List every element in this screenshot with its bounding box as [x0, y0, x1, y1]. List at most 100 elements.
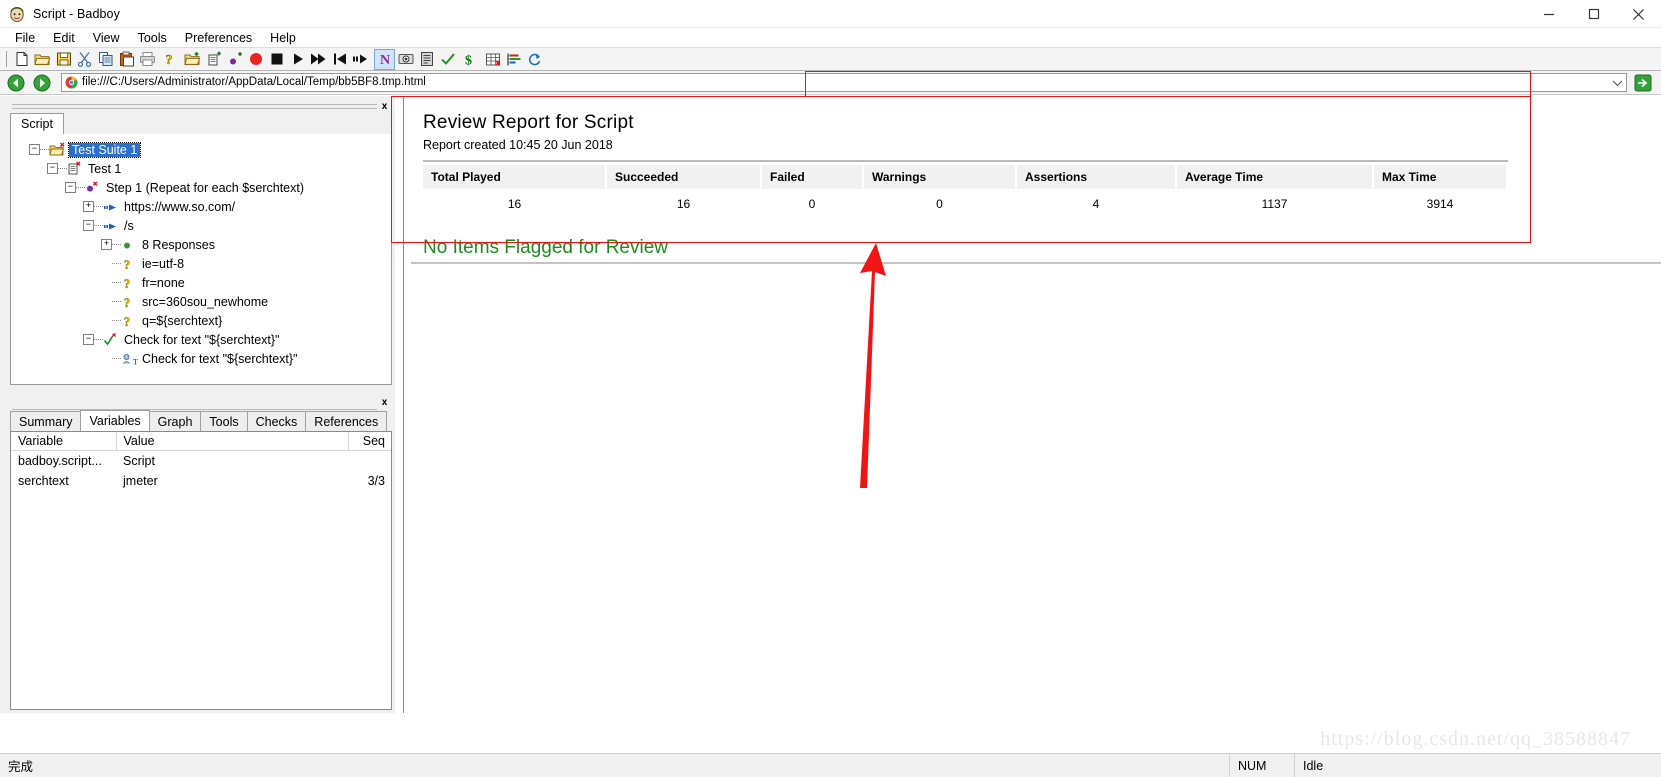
tree-item-param-q[interactable]: ? q=${serchtext}: [11, 311, 391, 330]
menu-preferences[interactable]: Preferences: [176, 29, 261, 47]
tree-connector: [94, 225, 103, 226]
cell-variable: serchtext: [18, 473, 69, 488]
cut-scissors-icon[interactable]: [74, 49, 95, 70]
column-header-value[interactable]: Value: [115, 432, 348, 451]
new-test-icon[interactable]: [203, 49, 224, 70]
menu-tools[interactable]: Tools: [129, 29, 176, 47]
tree-item-label: q=${serchtext}: [142, 313, 223, 328]
expander-collapse-icon[interactable]: −: [83, 334, 94, 345]
table-row[interactable]: badboy.script... Script: [11, 451, 391, 471]
tab-script[interactable]: Script: [10, 113, 64, 134]
paste-icon[interactable]: [116, 49, 137, 70]
tree-item-check-for-text-child[interactable]: T Check for text "${serchtext}": [11, 349, 391, 368]
play-from-start-icon[interactable]: [329, 49, 350, 70]
back-arrow-icon[interactable]: [6, 73, 26, 93]
expander-collapse-icon[interactable]: −: [83, 220, 94, 231]
svg-text:?: ?: [165, 53, 172, 67]
annotation-arrow: [860, 243, 886, 488]
tree-item-navigate-home[interactable]: + https://www.so.com/: [11, 197, 391, 216]
report-icon[interactable]: [416, 49, 437, 70]
tree-item-label: Check for text "${serchtext}": [124, 332, 280, 347]
tree-item-label: Check for text "${serchtext}": [142, 351, 298, 366]
menu-file[interactable]: File: [6, 29, 44, 47]
step-icon[interactable]: [350, 49, 371, 70]
status-num-indicator: NUM: [1230, 753, 1295, 777]
variable-dollar-icon[interactable]: $: [458, 49, 479, 70]
bottom-panel: Summary Variables Graph Tools Checks Ref…: [10, 398, 392, 710]
new-step-icon[interactable]: [224, 49, 245, 70]
print-icon[interactable]: [137, 49, 158, 70]
chart-bars-icon[interactable]: [503, 49, 524, 70]
tree-item-param-fr[interactable]: ? fr=none: [11, 273, 391, 292]
navigate-arrow-icon: [103, 199, 120, 215]
table-grid-icon[interactable]: [482, 49, 503, 70]
watermark-text: https://blog.csdn.net/qq_38588847: [1320, 728, 1631, 750]
maximize-button[interactable]: [1571, 0, 1616, 28]
record-icon[interactable]: [245, 49, 266, 70]
value-warnings: 0: [936, 197, 943, 211]
refresh-icon[interactable]: [524, 49, 545, 70]
address-bar: file:///C:/Users/Administrator/AppData/L…: [0, 71, 1661, 95]
tab-references[interactable]: References: [305, 411, 388, 431]
tree-item-step[interactable]: − Step 1 (Repeat for each $serchtext): [11, 178, 391, 197]
go-arrow-icon[interactable]: [1633, 73, 1653, 93]
status-message: 完成: [0, 753, 1230, 777]
tree-panel-close-button[interactable]: x: [378, 100, 391, 112]
url-input[interactable]: file:///C:/Users/Administrator/AppData/L…: [82, 74, 1609, 91]
forward-arrow-icon[interactable]: [32, 73, 52, 93]
expander-collapse-icon[interactable]: −: [65, 182, 76, 193]
copy-icon[interactable]: [95, 49, 116, 70]
new-suite-folder-icon[interactable]: [182, 49, 203, 70]
expander-expand-icon[interactable]: +: [101, 239, 112, 250]
svg-text:?: ?: [124, 276, 131, 291]
help-question-icon[interactable]: ?: [158, 49, 179, 70]
tree-item-param-src[interactable]: ? src=360sou_newhome: [11, 292, 391, 311]
play-fast-icon[interactable]: [308, 49, 329, 70]
report-bottom-rule: [411, 262, 1661, 264]
save-icon[interactable]: [53, 49, 74, 70]
expander-collapse-icon[interactable]: −: [47, 163, 58, 174]
report-summary-table: Total Played Succeeded Failed Warnings A…: [423, 165, 1508, 217]
minimize-button[interactable]: [1526, 0, 1571, 28]
report-title: Review Report for Script: [423, 112, 634, 133]
toolbar-grip[interactable]: [3, 51, 7, 67]
param-key-icon: ?: [121, 294, 138, 309]
menu-view[interactable]: View: [84, 29, 129, 47]
tab-graph[interactable]: Graph: [148, 411, 202, 431]
menu-help[interactable]: Help: [261, 29, 305, 47]
tree-tab-strip: Script: [10, 113, 64, 134]
column-header-variable[interactable]: Variable: [11, 432, 116, 451]
tree-item-check-for-text[interactable]: − Check for text "${serchtext}": [11, 330, 391, 349]
tree-item-responses[interactable]: + 8 Responses: [11, 235, 391, 254]
expander-expand-icon[interactable]: +: [83, 201, 94, 212]
tree-item-navigate-search[interactable]: − /s: [11, 216, 391, 235]
column-header-seq[interactable]: Seq: [347, 432, 391, 451]
check-icon[interactable]: [437, 49, 458, 70]
new-icon[interactable]: [11, 49, 32, 70]
tree-connector: [112, 282, 121, 283]
tree-item-param-ie[interactable]: ? ie=utf-8: [11, 254, 391, 273]
tab-variables[interactable]: Variables: [80, 410, 150, 431]
jmeter-icon[interactable]: N: [374, 48, 395, 70]
tab-tools[interactable]: Tools: [200, 411, 248, 431]
value-average-time: 1137: [1261, 197, 1288, 211]
table-row[interactable]: serchtext jmeter 3/3: [11, 471, 391, 491]
tab-checks[interactable]: Checks: [246, 411, 307, 431]
chevron-down-icon[interactable]: [1609, 74, 1626, 91]
play-icon[interactable]: [287, 49, 308, 70]
tree-item-test[interactable]: − Test 1: [11, 159, 391, 178]
tab-summary[interactable]: Summary: [10, 411, 82, 431]
stop-icon[interactable]: [266, 49, 287, 70]
menu-edit[interactable]: Edit: [44, 29, 84, 47]
url-combobox[interactable]: file:///C:/Users/Administrator/AppData/L…: [61, 73, 1627, 92]
open-folder-icon[interactable]: [32, 49, 53, 70]
close-button[interactable]: [1616, 0, 1661, 28]
expander-collapse-icon[interactable]: −: [29, 144, 40, 155]
screenshot-icon[interactable]: [395, 49, 416, 70]
tree-item-label: ie=utf-8: [142, 256, 185, 271]
value-total-played: 16: [507, 197, 522, 211]
tree-item-test-suite[interactable]: − Test Suite 1: [11, 140, 391, 159]
tree-panel-divider: [12, 104, 377, 109]
title-bar: Script - Badboy: [0, 0, 1661, 28]
menu-bar: File Edit View Tools Preferences Help: [0, 28, 1661, 47]
